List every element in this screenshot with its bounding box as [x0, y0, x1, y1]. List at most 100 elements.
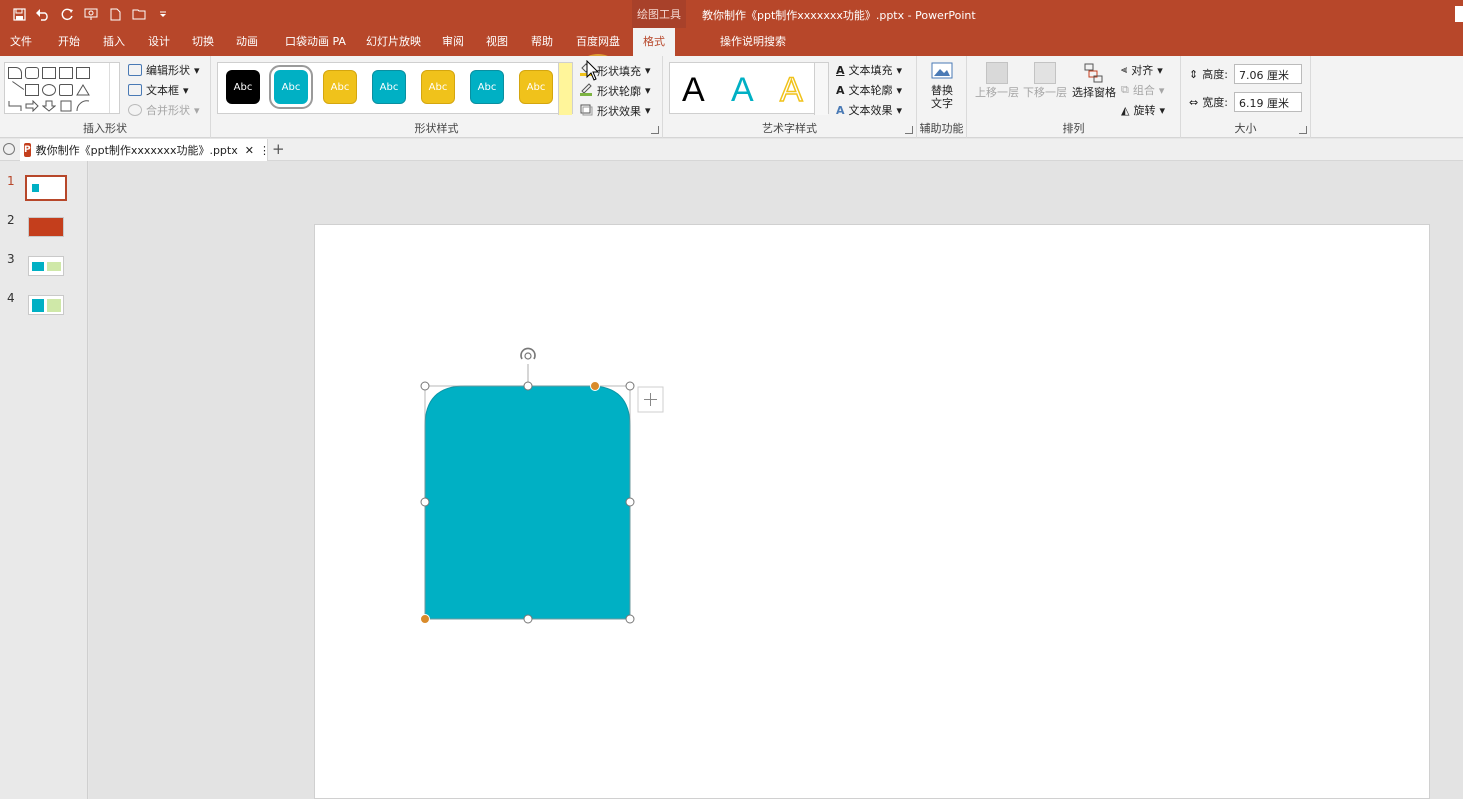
resize-handle-top[interactable] — [523, 381, 533, 391]
resize-handle-top-left[interactable] — [420, 381, 430, 391]
shape-rect-2[interactable] — [25, 84, 39, 96]
text-outline-button[interactable]: A 文本轮廓 ▾ — [836, 82, 902, 98]
wordart-teal[interactable]: A — [731, 71, 754, 110]
shape-down-arrow[interactable] — [41, 100, 57, 112]
wordart-gold-outline[interactable]: A — [779, 70, 803, 110]
shape-pentagon[interactable] — [59, 100, 73, 112]
new-file-icon[interactable] — [104, 5, 126, 23]
shape-fill-label: 形状填充 — [597, 64, 641, 78]
shape-line[interactable] — [5, 81, 25, 99]
edit-shape-button[interactable]: 编辑形状 ▾ — [128, 62, 200, 78]
document-tab[interactable]: P 教你制作《ppt制作xxxxxxx功能》.pptx ✕ ⋮ — [20, 139, 270, 161]
shapes-gallery[interactable] — [4, 62, 120, 114]
tab-review[interactable]: 审阅 — [442, 28, 464, 56]
tab-design[interactable]: 设计 — [148, 28, 170, 56]
round-top-rectangle-shape[interactable] — [424, 385, 631, 620]
style-swatch-teal-2[interactable]: Abc — [372, 70, 406, 104]
text-fill-button[interactable]: A 文本填充 ▾ — [836, 62, 902, 78]
tab-slideshow[interactable]: 幻灯片放映 — [366, 28, 421, 56]
slide-thumbnail-3[interactable] — [28, 256, 64, 276]
shape-styles-scroll[interactable] — [558, 63, 572, 115]
bring-forward-button[interactable]: 上移一层 — [975, 62, 1019, 99]
shape-styles-dialog-launcher[interactable] — [651, 126, 659, 134]
shape-effects-button[interactable]: 形状效果 ▾ — [579, 102, 651, 119]
wordart-gallery[interactable]: A A A — [669, 62, 829, 115]
tab-home[interactable]: 开始 — [58, 28, 80, 56]
shape-rounded-rect[interactable] — [25, 67, 39, 79]
window-control-edge[interactable] — [1455, 6, 1463, 22]
shape-snip-rect[interactable] — [8, 67, 22, 79]
text-box-button[interactable]: 文本框 ▾ — [128, 82, 189, 98]
resize-handle-top-right[interactable] — [625, 381, 635, 391]
tab-baidu-netdisk[interactable]: 百度网盘 — [576, 28, 620, 56]
size-dialog-launcher[interactable] — [1299, 126, 1307, 134]
tab-help[interactable]: 帮助 — [531, 28, 553, 56]
tab-transitions[interactable]: 切换 — [192, 28, 214, 56]
tab-insert[interactable]: 插入 — [103, 28, 125, 56]
layout-options-plus-icon[interactable] — [637, 386, 664, 413]
shape-outline-button[interactable]: 形状轮廓 ▾ — [579, 82, 651, 99]
selection-pane-label: 选择窗格 — [1072, 86, 1116, 99]
tell-me-search[interactable]: 操作说明搜索 — [720, 28, 786, 56]
wordart-black[interactable]: A — [682, 71, 705, 110]
text-effects-button[interactable]: A 文本效果 ▾ — [836, 102, 902, 118]
shape-triangle[interactable] — [76, 84, 90, 96]
undo-icon[interactable] — [32, 5, 54, 23]
style-swatch-gold-3[interactable]: Abc — [519, 70, 553, 104]
style-swatch-gold[interactable]: Abc — [323, 70, 357, 104]
shape-rect[interactable] — [42, 67, 56, 79]
wordart-gallery-scroll[interactable] — [814, 63, 828, 115]
open-folder-icon[interactable] — [128, 5, 150, 23]
selection-pane-button[interactable]: 选择窗格 — [1071, 62, 1117, 99]
text-outline-label: 文本轮廓 — [848, 84, 893, 97]
tab-view[interactable]: 视图 — [486, 28, 508, 56]
height-field[interactable]: 7.06 厘米 — [1234, 64, 1302, 84]
add-tab-icon[interactable]: + — [272, 140, 285, 158]
style-swatch-teal-selected[interactable]: Abc — [269, 65, 313, 109]
shape-vertical-textbox[interactable] — [76, 67, 90, 79]
quick-access-toolbar — [8, 5, 174, 23]
more-options-icon[interactable]: ⋮ — [259, 144, 270, 157]
slide-thumbnail-4[interactable] — [28, 295, 64, 315]
slide-thumbnail-2[interactable] — [28, 217, 64, 237]
redo-icon[interactable] — [56, 5, 78, 23]
shape-textbox[interactable] — [59, 67, 73, 79]
group-objects-button[interactable]: ⧉ 组合 ▾ — [1121, 82, 1164, 98]
resize-handle-right[interactable] — [625, 497, 635, 507]
shape-rounded-rect-2[interactable] — [59, 84, 73, 96]
slideshow-from-start-icon[interactable] — [80, 5, 102, 23]
save-icon[interactable] — [8, 5, 30, 23]
thumb-shape — [32, 184, 39, 192]
shape-right-arrow[interactable] — [25, 99, 39, 113]
rotate-button[interactable]: ◭ 旋转 ▾ — [1121, 102, 1165, 118]
merge-shapes-button[interactable]: 合并形状 ▾ — [128, 102, 200, 118]
merge-shapes-icon — [128, 104, 142, 116]
shape-elbow-connector[interactable] — [8, 100, 22, 112]
alt-text-button[interactable]: 替换 文字 — [925, 62, 959, 110]
shapes-gallery-scroll[interactable] — [109, 63, 119, 113]
style-swatch-teal-3[interactable]: Abc — [470, 70, 504, 104]
resize-handle-bottom-right[interactable] — [625, 614, 635, 624]
adjust-handle-bottom-left[interactable] — [420, 614, 430, 624]
shape-styles-gallery[interactable]: Abc Abc Abc Abc Abc Abc Abc — [217, 62, 573, 115]
customize-qat-icon[interactable] — [152, 5, 174, 23]
slide-thumbnail-1[interactable] — [25, 175, 67, 201]
align-button[interactable]: ⫷ 对齐 ▾ — [1121, 62, 1163, 78]
tab-animations[interactable]: 动画 — [236, 28, 258, 56]
tab-format[interactable]: 格式 — [633, 28, 675, 56]
resize-handle-bottom[interactable] — [523, 614, 533, 624]
close-icon[interactable]: ✕ — [245, 144, 254, 157]
adjust-handle-top[interactable] — [590, 381, 600, 391]
tab-history-icon[interactable] — [3, 143, 15, 155]
shape-arc[interactable] — [76, 100, 90, 112]
style-swatch-black[interactable]: Abc — [226, 70, 260, 104]
style-swatch-gold-2[interactable]: Abc — [421, 70, 455, 104]
resize-handle-left[interactable] — [420, 497, 430, 507]
width-field[interactable]: 6.19 厘米 — [1234, 92, 1302, 112]
wordart-dialog-launcher[interactable] — [905, 126, 913, 134]
send-backward-button[interactable]: 下移一层 — [1023, 62, 1067, 99]
tab-pocket-animation[interactable]: 口袋动画 PA — [285, 28, 346, 56]
rotation-handle-icon[interactable] — [520, 347, 536, 360]
shape-oval[interactable] — [42, 84, 56, 96]
tab-file[interactable]: 文件 — [10, 28, 32, 56]
